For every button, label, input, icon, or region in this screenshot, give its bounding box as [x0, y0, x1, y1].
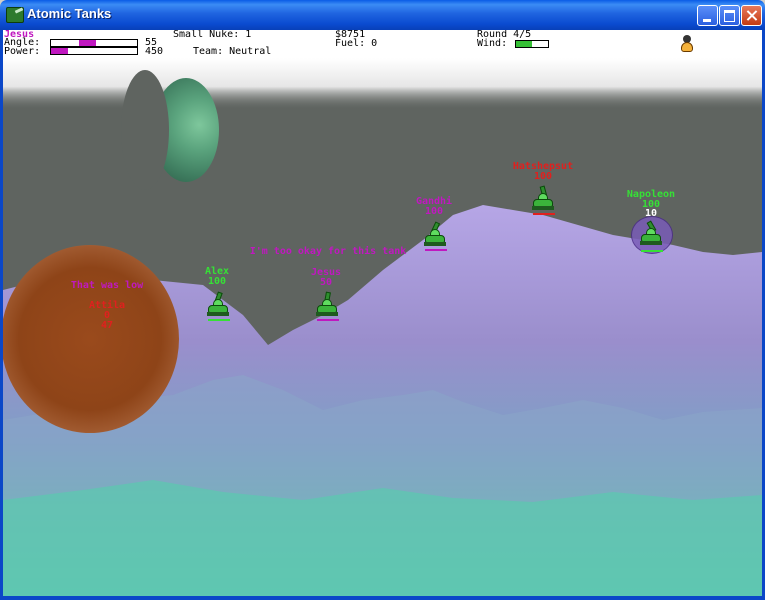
tank-jesus[interactable] — [315, 291, 339, 318]
tank-gandhi[interactable] — [423, 221, 447, 248]
weapon-label: Small Nuke: 1 — [173, 30, 252, 40]
close-button[interactable] — [741, 5, 762, 26]
tank-napoleon[interactable] — [639, 220, 663, 247]
chat-message: I'm too okay for this tank — [249, 246, 407, 257]
team-label: Team: Neutral — [193, 46, 272, 57]
damage-number: 47 — [100, 320, 114, 331]
chat-message: That was low — [70, 280, 144, 291]
wind-label: Wind: — [477, 38, 508, 49]
wind-bar — [515, 40, 549, 48]
tank-alex[interactable] — [206, 291, 230, 318]
tank-hatshepsut[interactable] — [531, 185, 555, 212]
hud-panel: Jesus Angle: 55 Power: 450 Small Nuke: 1… — [3, 30, 762, 58]
tank-health: 100 — [424, 206, 444, 217]
moon-shadow — [121, 70, 169, 190]
tank-health-bar — [208, 319, 230, 321]
tank-health-bar — [317, 319, 339, 321]
power-bar — [50, 47, 138, 55]
window-title: Atomic Tanks — [27, 6, 112, 21]
wind-bar-fill — [516, 41, 532, 47]
angle-bar-fill — [79, 40, 96, 46]
tank-health: 50 — [319, 277, 333, 288]
minimize-button[interactable] — [697, 5, 718, 26]
tank-app-icon — [6, 7, 24, 23]
tank-health-bar — [641, 250, 663, 252]
tank-health: 100 — [533, 171, 553, 182]
tank-health: 100 — [207, 276, 227, 287]
power-label: Power: — [4, 46, 41, 57]
tank-health-bar — [533, 213, 555, 215]
tank-health-bar — [425, 249, 447, 251]
angle-bar — [50, 39, 138, 47]
player-avatar-icon[interactable] — [680, 35, 694, 53]
power-bar-fill — [51, 48, 68, 54]
nuke-explosion — [3, 245, 179, 433]
power-value: 450 — [145, 46, 164, 57]
window-frame-bottom — [0, 596, 765, 600]
title-bar[interactable]: Atomic Tanks — [0, 0, 765, 30]
game-canvas[interactable]: Jesus Angle: 55 Power: 450 Small Nuke: 1… — [3, 30, 762, 596]
fuel-label: Fuel: 0 — [335, 38, 378, 49]
maximize-button[interactable] — [719, 5, 740, 26]
